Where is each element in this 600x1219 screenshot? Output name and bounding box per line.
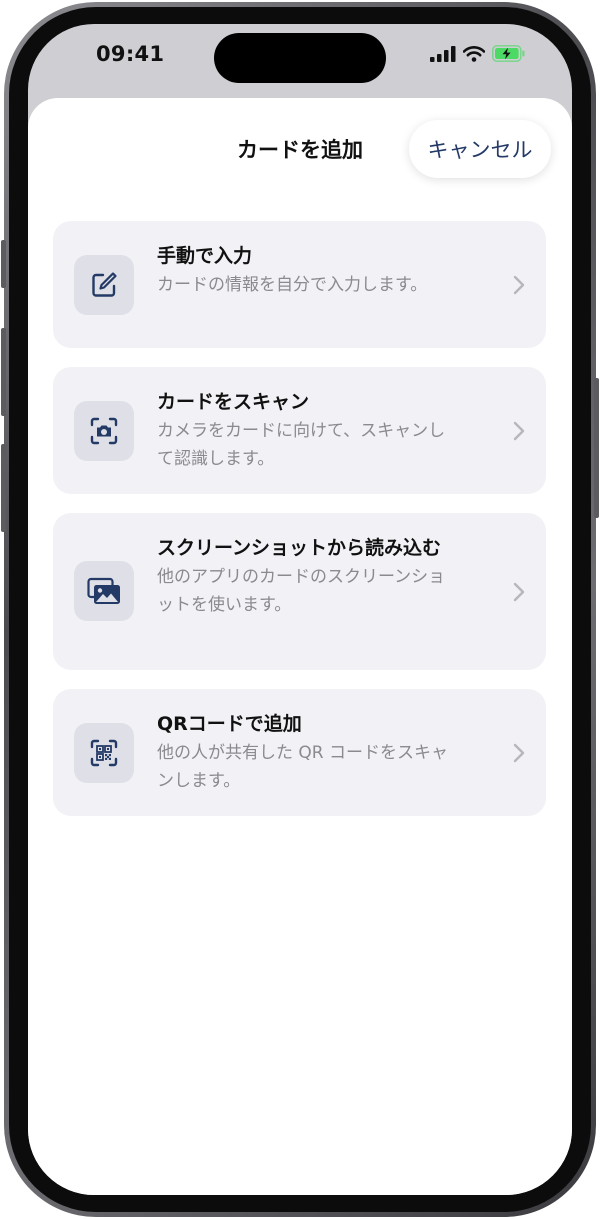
chevron-right-icon — [513, 743, 525, 763]
option-text: 手動で入力 カードの情報を自分で入力します。 — [157, 241, 457, 299]
cancel-button[interactable]: キャンセル — [409, 120, 551, 178]
option-title: スクリーンショットから読み込む — [157, 537, 442, 559]
screen: 09:41 カードを追加 キャンセル 手動で入力 カードの情報を自分で入力します… — [28, 24, 572, 1195]
option-description: 他の人が共有した QR コードをスキャンします。 — [157, 743, 448, 791]
add-card-sheet: カードを追加 キャンセル 手動で入力 カードの情報を自分で入力します。 カードを… — [28, 98, 572, 1195]
action-button — [1, 240, 6, 288]
option-scan-card[interactable]: カードをスキャン カメラをカードに向けて、スキャンして認識します。 — [53, 367, 546, 494]
power-button — [594, 378, 599, 518]
option-qr-code[interactable]: QRコードで追加 他の人が共有した QR コードをスキャンします。 — [53, 689, 546, 816]
photos-icon — [74, 561, 134, 621]
option-text: カードをスキャン カメラをカードに向けて、スキャンして認識します。 — [157, 387, 457, 473]
dynamic-island — [214, 33, 386, 83]
status-icons — [430, 45, 526, 62]
option-text: スクリーンショットから読み込む 他のアプリのカードのスクリーンショットを使います… — [157, 533, 457, 619]
qr-scan-icon — [74, 723, 134, 783]
option-description: カードの情報を自分で入力します。 — [157, 275, 428, 295]
chevron-right-icon — [513, 275, 525, 295]
option-description: 他のアプリのカードのスクリーンショットを使います。 — [157, 567, 446, 615]
wifi-icon — [463, 45, 485, 62]
option-description: カメラをカードに向けて、スキャンして認識します。 — [157, 421, 446, 469]
status-time: 09:41 — [96, 42, 165, 66]
chevron-right-icon — [513, 582, 525, 602]
volume-up-button — [1, 328, 6, 416]
option-text: QRコードで追加 他の人が共有した QR コードをスキャンします。 — [157, 709, 457, 795]
volume-down-button — [1, 444, 6, 532]
option-title: 手動で入力 — [157, 245, 253, 267]
battery-charging-icon — [492, 45, 525, 62]
option-title: カードをスキャン — [157, 391, 310, 413]
camera-scan-icon — [74, 401, 134, 461]
option-manual-input[interactable]: 手動で入力 カードの情報を自分で入力します。 — [53, 221, 546, 348]
signal-icon — [430, 45, 456, 62]
edit-icon — [74, 255, 134, 315]
chevron-right-icon — [513, 421, 525, 441]
option-title: QRコードで追加 — [157, 713, 302, 735]
option-import-screenshot[interactable]: スクリーンショットから読み込む 他のアプリのカードのスクリーンショットを使います… — [53, 513, 546, 670]
